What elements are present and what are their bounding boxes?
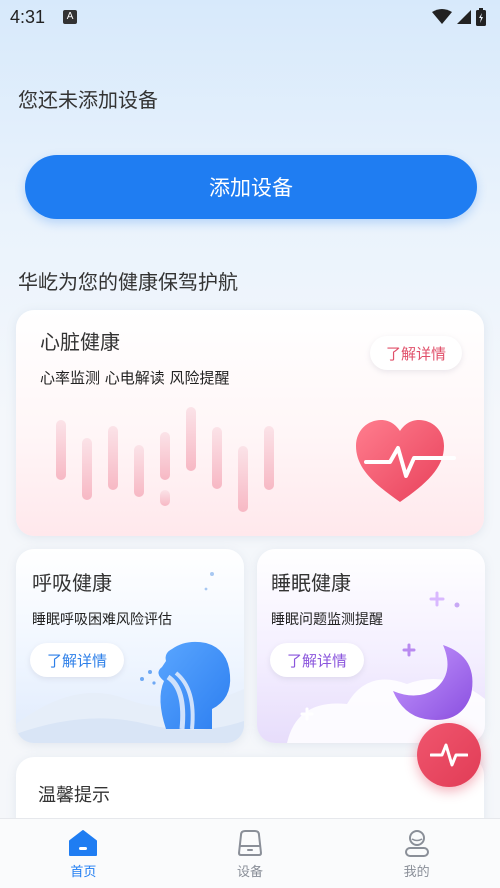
notification-icon: A xyxy=(63,10,78,24)
tips-card-title: 温馨提示 xyxy=(38,785,110,806)
status-bar: 4:31 A xyxy=(0,0,500,34)
heart-card-subtitle: 心率监测 心电解读 风险提醒 xyxy=(40,369,230,387)
heart-detail-button[interactable]: 了解详情 xyxy=(370,336,462,370)
section-title: 华屹为您的健康保驾护航 xyxy=(18,270,238,294)
sleep-health-card[interactable]: 睡眠健康 睡眠问题监测提醒 了解详情 xyxy=(257,549,485,743)
profile-icon xyxy=(404,830,429,857)
breath-health-card[interactable]: 呼吸健康 睡眠呼吸困难风险评估 了解详情 xyxy=(16,549,244,743)
bottom-tab-bar: 首页 设备 我的 xyxy=(0,818,500,888)
sleep-card-title: 睡眠健康 xyxy=(271,571,351,595)
status-icons xyxy=(432,8,486,26)
tab-home-label: 首页 xyxy=(70,865,97,880)
no-device-text: 您还未添加设备 xyxy=(18,88,158,112)
breath-card-title: 呼吸健康 xyxy=(32,571,112,595)
tab-device-label: 设备 xyxy=(237,865,264,880)
device-icon xyxy=(237,830,263,856)
home-icon xyxy=(69,830,98,856)
wifi-icon xyxy=(432,9,452,24)
signal-icon xyxy=(457,10,471,24)
heart-card-title: 心脏健康 xyxy=(40,330,120,354)
tab-device[interactable]: 设备 xyxy=(167,819,334,888)
tab-profile-label: 我的 xyxy=(403,865,430,880)
add-device-button[interactable]: 添加设备 xyxy=(25,155,477,219)
breath-card-subtitle: 睡眠呼吸困难风险评估 xyxy=(32,612,172,628)
sleep-card-subtitle: 睡眠问题监测提醒 xyxy=(271,612,383,628)
ecg-icon xyxy=(430,743,468,767)
sleep-detail-button[interactable]: 了解详情 xyxy=(270,643,364,677)
tab-home[interactable]: 首页 xyxy=(0,819,167,888)
status-time: 4:31 xyxy=(10,6,46,27)
heart-icon xyxy=(356,420,456,502)
ecg-fab-button[interactable] xyxy=(417,723,481,787)
breath-detail-button[interactable]: 了解详情 xyxy=(30,643,124,677)
heart-health-card[interactable]: 心脏健康 心率监测 心电解读 风险提醒 了解详情 xyxy=(16,310,484,536)
battery-icon xyxy=(476,8,486,26)
tab-profile[interactable]: 我的 xyxy=(333,819,500,888)
